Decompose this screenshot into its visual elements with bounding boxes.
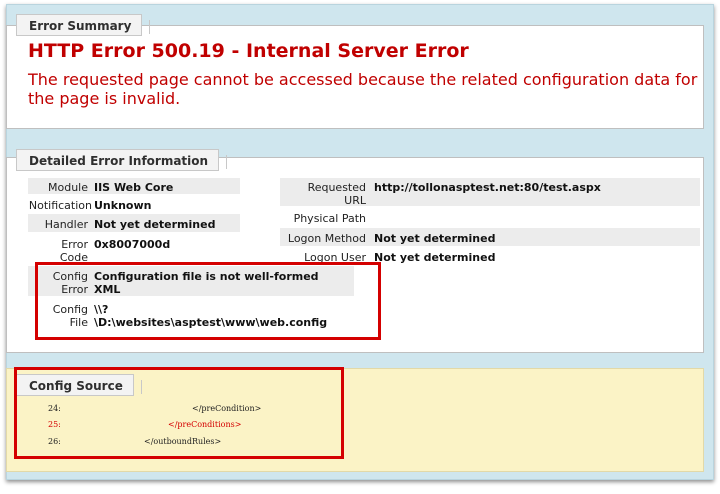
logon-user-value: Not yet determined: [374, 251, 496, 264]
error-summary-tab: Error Summary: [16, 14, 151, 36]
module-label: Module: [48, 181, 88, 194]
requested-url-label: Requested URL: [307, 181, 366, 207]
error-description: The requested page cannot be accessed be…: [28, 70, 698, 108]
logon-method-label: Logon Method: [287, 232, 366, 245]
config-error-highlight: [35, 262, 381, 340]
notification-value: Unknown: [94, 199, 152, 212]
requested-url-value: http://tollonasptest.net:80/test.aspx: [374, 181, 601, 194]
notification-label: Notification: [28, 199, 92, 212]
physical-path-label: Physical Path: [293, 212, 366, 225]
logon-method-value: Not yet determined: [374, 232, 496, 245]
detailed-error-tab: Detailed Error Information: [16, 149, 228, 171]
error-title: HTTP Error 500.19 - Internal Server Erro…: [28, 40, 469, 62]
error-code-label: Error Code: [59, 238, 88, 264]
config-source-highlight: [14, 367, 344, 459]
error-code-value: 0x8007000d: [94, 238, 171, 251]
module-value: IIS Web Core: [94, 181, 174, 194]
handler-label: Handler: [44, 218, 88, 231]
handler-value: Not yet determined: [94, 218, 216, 231]
